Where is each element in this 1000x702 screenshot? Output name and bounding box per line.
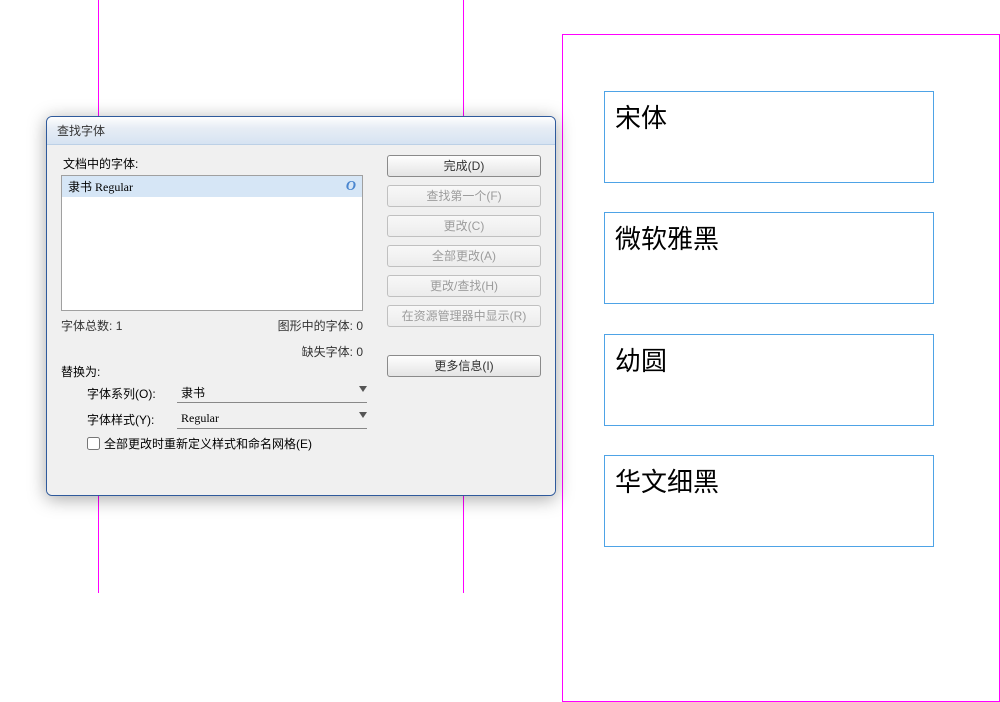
font-style-row: 字体样式(Y): Regular	[87, 409, 367, 429]
find-font-dialog: 查找字体 文档中的字体: 隶书 Regular O 字体总数: 1 图形中的字体…	[46, 116, 556, 496]
text-frame[interactable]: 微软雅黑	[604, 212, 934, 304]
total-fonts-text: 字体总数: 1	[61, 317, 122, 334]
dialog-body: 文档中的字体: 隶书 Regular O 字体总数: 1 图形中的字体: 0 缺…	[47, 145, 555, 495]
text-frame-content: 宋体	[605, 92, 933, 141]
font-family-label: 字体系列(O):	[87, 385, 177, 402]
font-style-label: 字体样式(Y):	[87, 411, 177, 428]
change-all-button[interactable]: 全部更改(A)	[387, 245, 541, 267]
font-style-value: Regular	[181, 411, 219, 426]
change-find-button[interactable]: 更改/查找(H)	[387, 275, 541, 297]
text-frame-content: 微软雅黑	[605, 213, 933, 262]
total-fonts-label: 字体总数:	[61, 319, 112, 333]
find-first-button[interactable]: 查找第一个(F)	[387, 185, 541, 207]
font-list-item-label: 隶书 Regular	[68, 178, 133, 195]
redefine-style-label: 全部更改时重新定义样式和命名网格(E)	[104, 435, 312, 452]
font-list-item[interactable]: 隶书 Regular O	[62, 176, 362, 197]
font-family-row: 字体系列(O): 隶书	[87, 383, 367, 403]
graphics-fonts-label: 图形中的字体:	[278, 319, 353, 333]
button-spacer	[387, 335, 541, 347]
replace-with-label: 替换为:	[61, 363, 100, 380]
text-frame-content: 幼圆	[605, 335, 933, 384]
total-fonts-value: 1	[116, 319, 123, 333]
change-button[interactable]: 更改(C)	[387, 215, 541, 237]
chevron-down-icon	[359, 386, 367, 392]
chevron-down-icon	[359, 412, 367, 418]
opentype-icon: O	[346, 179, 356, 195]
font-counts-row: 字体总数: 1 图形中的字体: 0	[61, 317, 363, 334]
text-frame[interactable]: 华文细黑	[604, 455, 934, 547]
font-style-combo[interactable]: Regular	[177, 409, 367, 429]
more-info-button[interactable]: 更多信息(I)	[387, 355, 541, 377]
dialog-button-column: 完成(D) 查找第一个(F) 更改(C) 全部更改(A) 更改/查找(H) 在资…	[387, 155, 541, 377]
missing-fonts-text: 缺失字体: 0	[61, 343, 363, 360]
redefine-style-row: 全部更改时重新定义样式和命名网格(E)	[87, 435, 312, 452]
fonts-listbox[interactable]: 隶书 Regular O	[61, 175, 363, 311]
reveal-in-explorer-button[interactable]: 在资源管理器中显示(R)	[387, 305, 541, 327]
dialog-titlebar[interactable]: 查找字体	[47, 117, 555, 145]
graphics-fonts-text: 图形中的字体: 0	[278, 317, 363, 334]
missing-fonts-label: 缺失字体:	[302, 345, 353, 359]
font-family-combo[interactable]: 隶书	[177, 383, 367, 403]
font-family-value: 隶书	[181, 384, 205, 401]
missing-fonts-value: 0	[356, 345, 363, 359]
redefine-style-checkbox[interactable]	[87, 437, 100, 450]
text-frame-content: 华文细黑	[605, 456, 933, 505]
graphics-fonts-value: 0	[356, 319, 363, 333]
text-frame[interactable]: 幼圆	[604, 334, 934, 426]
text-frame[interactable]: 宋体	[604, 91, 934, 183]
dialog-title: 查找字体	[57, 122, 105, 139]
done-button[interactable]: 完成(D)	[387, 155, 541, 177]
fonts-in-doc-label: 文档中的字体:	[63, 155, 138, 172]
